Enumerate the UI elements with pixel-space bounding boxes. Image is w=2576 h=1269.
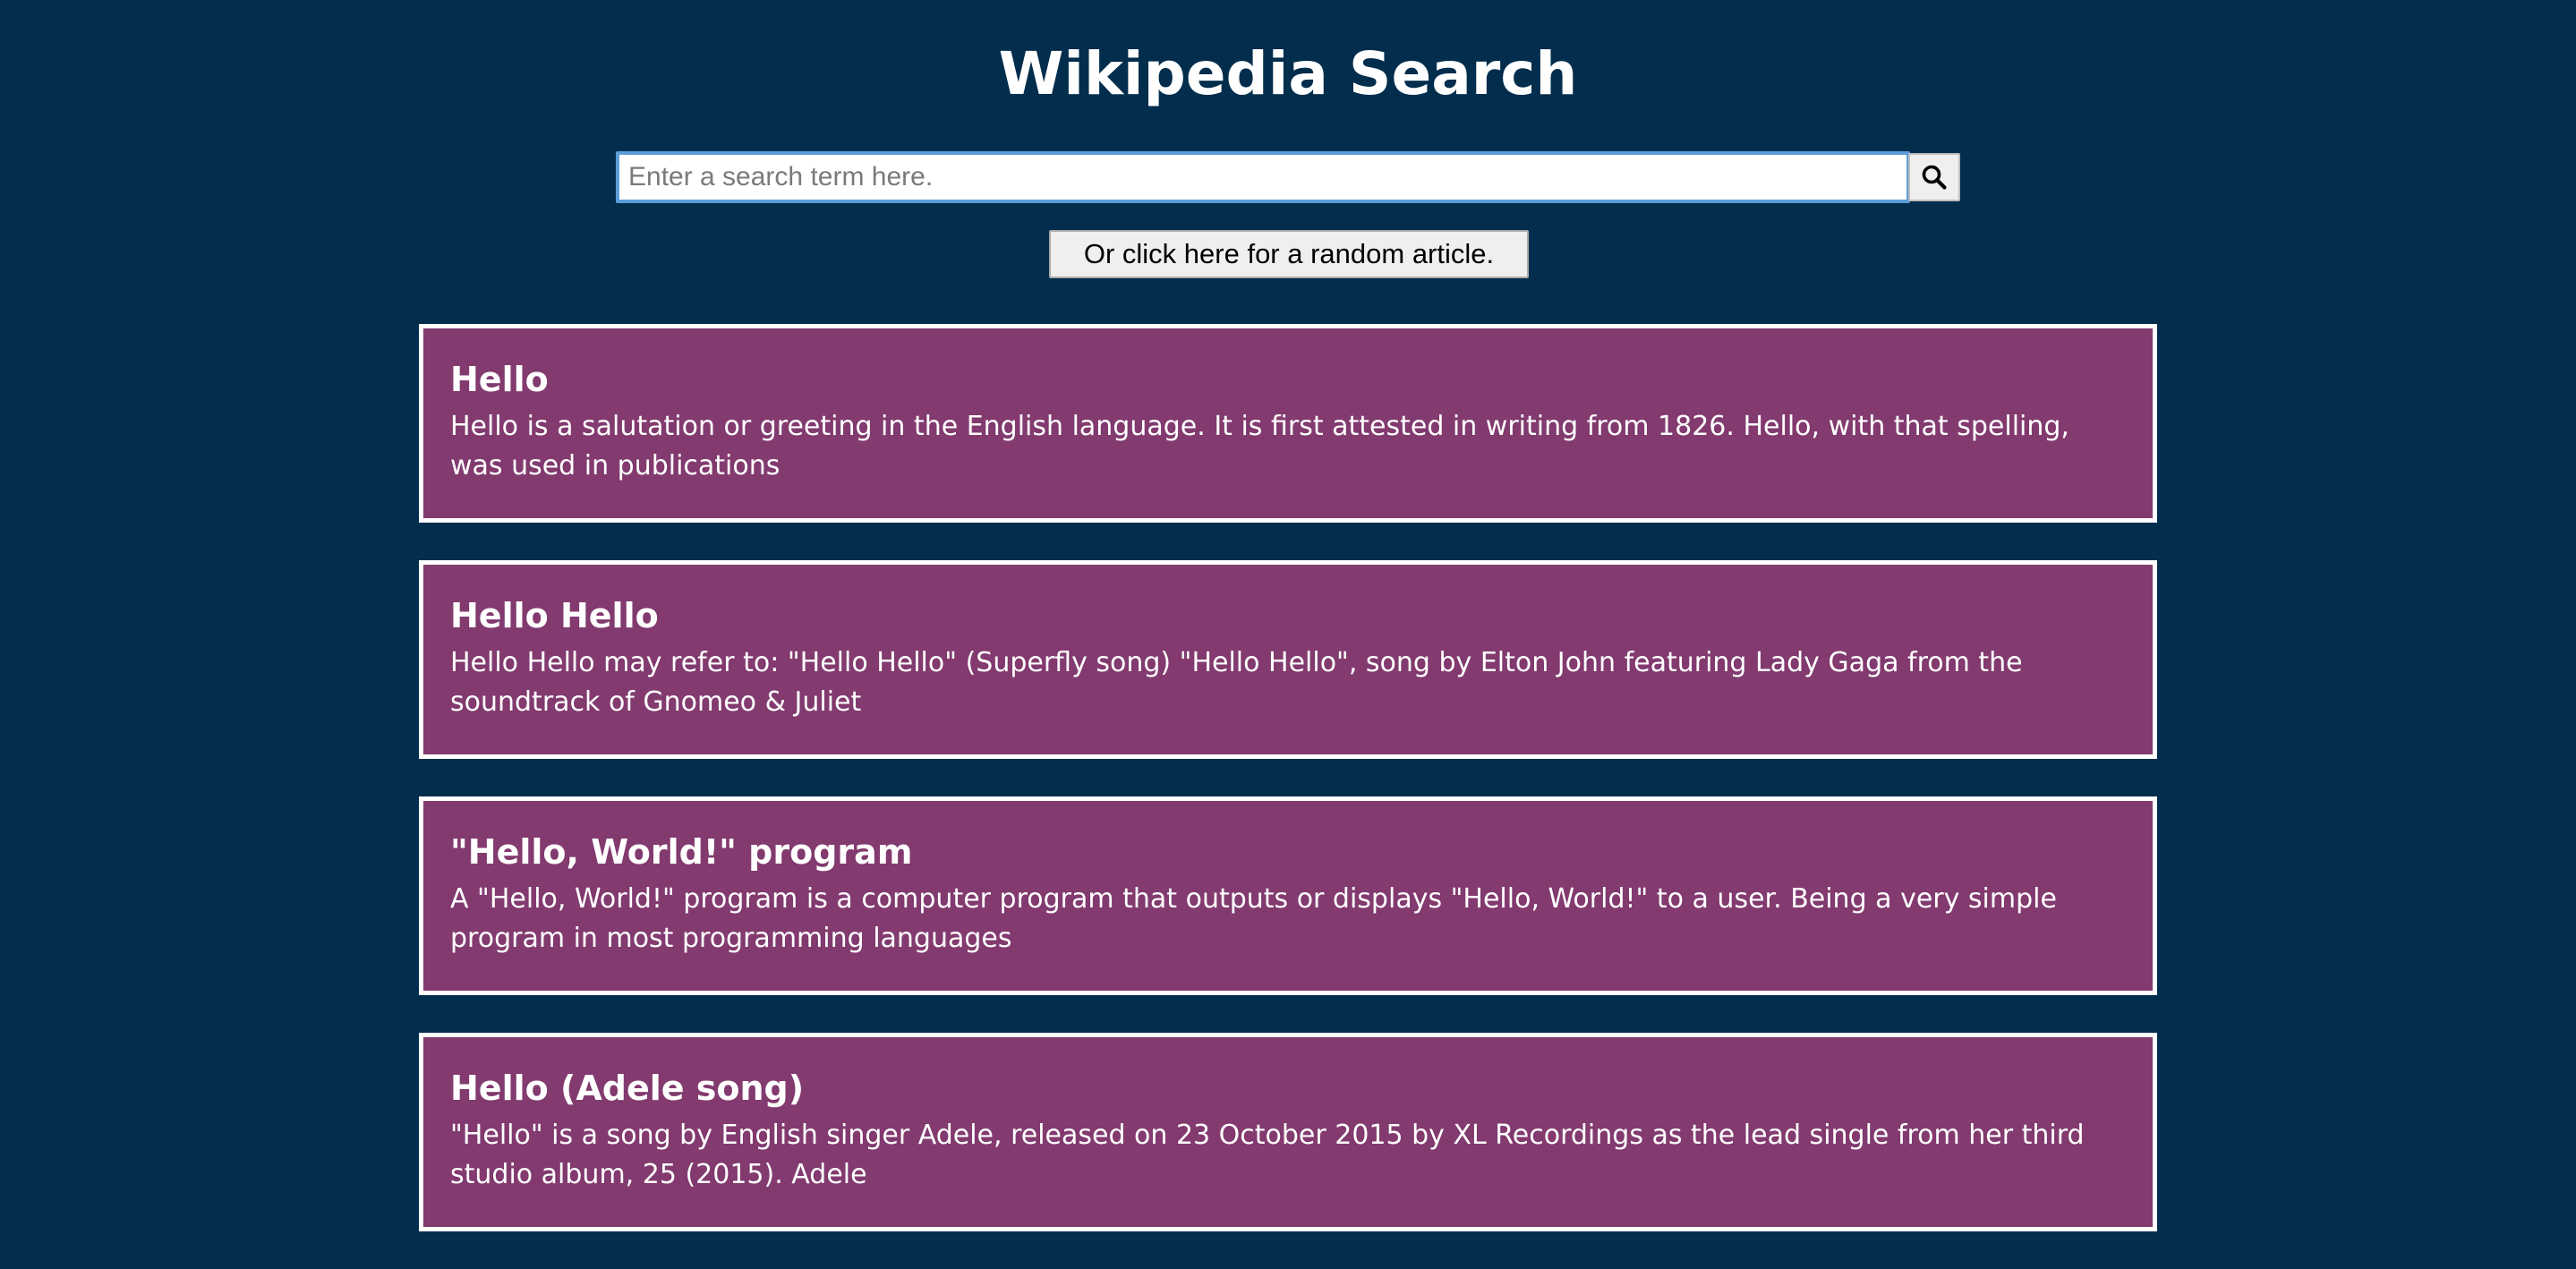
result-card[interactable]: Hello Hello is a salutation or greeting …	[419, 324, 2157, 523]
random-article-button[interactable]: Or click here for a random article.	[1049, 230, 1529, 278]
search-icon	[1922, 165, 1947, 190]
result-card[interactable]: "Hello, World!" program A "Hello, World!…	[419, 796, 2157, 995]
result-snippet: "Hello" is a song by English singer Adel…	[450, 1120, 2085, 1190]
result-title: Hello Hello	[450, 596, 659, 635]
search-form	[616, 151, 1960, 203]
search-input[interactable]	[616, 151, 1910, 203]
result-snippet: A "Hello, World!" program is a computer …	[450, 883, 2057, 954]
result-snippet: Hello is a salutation or greeting in the…	[450, 411, 2069, 481]
result-snippet: Hello Hello may refer to: "Hello Hello" …	[450, 647, 2023, 718]
result-card[interactable]: Hello Hello Hello Hello may refer to: "H…	[419, 560, 2157, 759]
result-card[interactable]: Hello (Adele song) "Hello" is a song by …	[419, 1033, 2157, 1231]
result-title: Hello	[450, 360, 549, 399]
results-list: Hello Hello is a salutation or greeting …	[419, 324, 2157, 1269]
result-title: Hello (Adele song)	[450, 1069, 805, 1108]
result-title: "Hello, World!" program	[450, 832, 913, 872]
page-title: Wikipedia Search	[998, 39, 1578, 108]
search-button[interactable]	[1908, 153, 1960, 201]
